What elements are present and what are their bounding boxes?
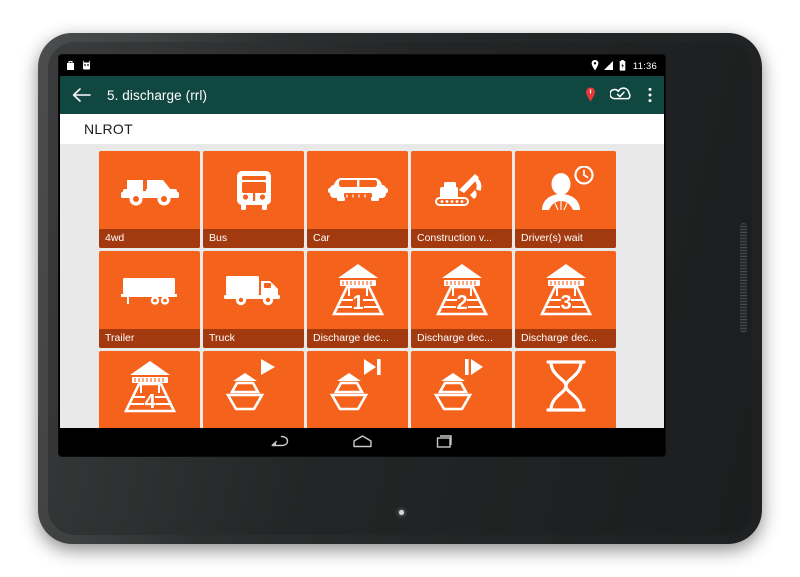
tile-label: Construction v... — [411, 229, 512, 248]
section-header: NLROT — [60, 114, 664, 144]
discharge-deck-1-icon: 1 — [307, 251, 408, 329]
svg-text:3: 3 — [560, 292, 571, 314]
app-bar-actions — [585, 86, 654, 104]
nav-home-button[interactable] — [352, 434, 373, 449]
discharge-deck-3-icon: 3 — [515, 251, 616, 329]
status-bar-clock: 11:36 — [632, 60, 657, 72]
tile-car[interactable]: Car — [307, 151, 408, 248]
signal-icon — [603, 60, 614, 73]
tile-discharge-deck-2[interactable]: 2 Discharge dec... — [411, 251, 512, 348]
shopping-bag-icon — [66, 60, 75, 73]
device-screen: 11:36 5. discharge (rrl) NLROT 4wd Bus C… — [60, 56, 664, 455]
location-icon — [591, 59, 599, 73]
tile-grid: 4wd Bus Car Construction v... Driver(s) … — [60, 151, 664, 448]
excavator-icon — [411, 151, 512, 229]
discharge-deck-2-icon: 2 — [411, 251, 512, 329]
tile-trailer[interactable]: Trailer — [99, 251, 200, 348]
tile-construction-vehicle[interactable]: Construction v... — [411, 151, 512, 248]
trailer-icon — [99, 251, 200, 329]
svg-text:4: 4 — [144, 391, 156, 413]
tile-discharge-deck-3[interactable]: 3 Discharge dec... — [515, 251, 616, 348]
status-bar-notifications — [66, 60, 91, 73]
tile-label: 4wd — [99, 229, 200, 248]
location-pin-icon[interactable] — [585, 87, 596, 103]
svg-text:1: 1 — [352, 292, 363, 314]
speaker-grille-right — [740, 223, 747, 333]
overflow-menu-icon[interactable] — [648, 87, 652, 103]
tile-bus[interactable]: Bus — [203, 151, 304, 248]
app-bar: 5. discharge (rrl) — [60, 76, 664, 114]
screenshot-stage: 11:36 5. discharge (rrl) NLROT 4wd Bus C… — [0, 0, 800, 577]
tile-label: Discharge dec... — [307, 329, 408, 348]
truck-icon — [203, 251, 304, 329]
back-arrow-icon[interactable] — [72, 87, 91, 103]
notification-led — [399, 510, 404, 515]
section-header-label: NLROT — [84, 121, 133, 137]
tile-4wd[interactable]: 4wd — [99, 151, 200, 248]
tile-label: Trailer — [99, 329, 200, 348]
suv-icon — [99, 151, 200, 229]
tile-label: Car — [307, 229, 408, 248]
nav-back-button[interactable] — [271, 434, 290, 449]
tile-drivers-wait[interactable]: Driver(s) wait — [515, 151, 616, 248]
bus-icon — [203, 151, 304, 229]
nav-recents-button[interactable] — [435, 434, 454, 449]
status-bar: 11:36 — [60, 56, 664, 76]
robot-icon — [82, 60, 91, 73]
driver-waiting-clock-icon — [515, 151, 616, 229]
battery-icon — [619, 59, 626, 73]
android-nav-bar — [60, 428, 664, 455]
tile-label: Bus — [203, 229, 304, 248]
cloud-check-icon[interactable] — [610, 86, 634, 104]
tile-label: Truck — [203, 329, 304, 348]
tile-discharge-deck-1[interactable]: 1 Discharge dec... — [307, 251, 408, 348]
tile-label: Driver(s) wait — [515, 229, 616, 248]
svg-text:2: 2 — [456, 292, 467, 314]
tile-label: Discharge dec... — [515, 329, 616, 348]
tile-truck[interactable]: Truck — [203, 251, 304, 348]
tile-grid-container: 4wd Bus Car Construction v... Driver(s) … — [60, 144, 664, 448]
car-icon — [307, 151, 408, 229]
tile-label: Discharge dec... — [411, 329, 512, 348]
app-bar-title: 5. discharge (rrl) — [107, 87, 208, 103]
status-bar-system-icons: 11:36 — [591, 59, 657, 73]
